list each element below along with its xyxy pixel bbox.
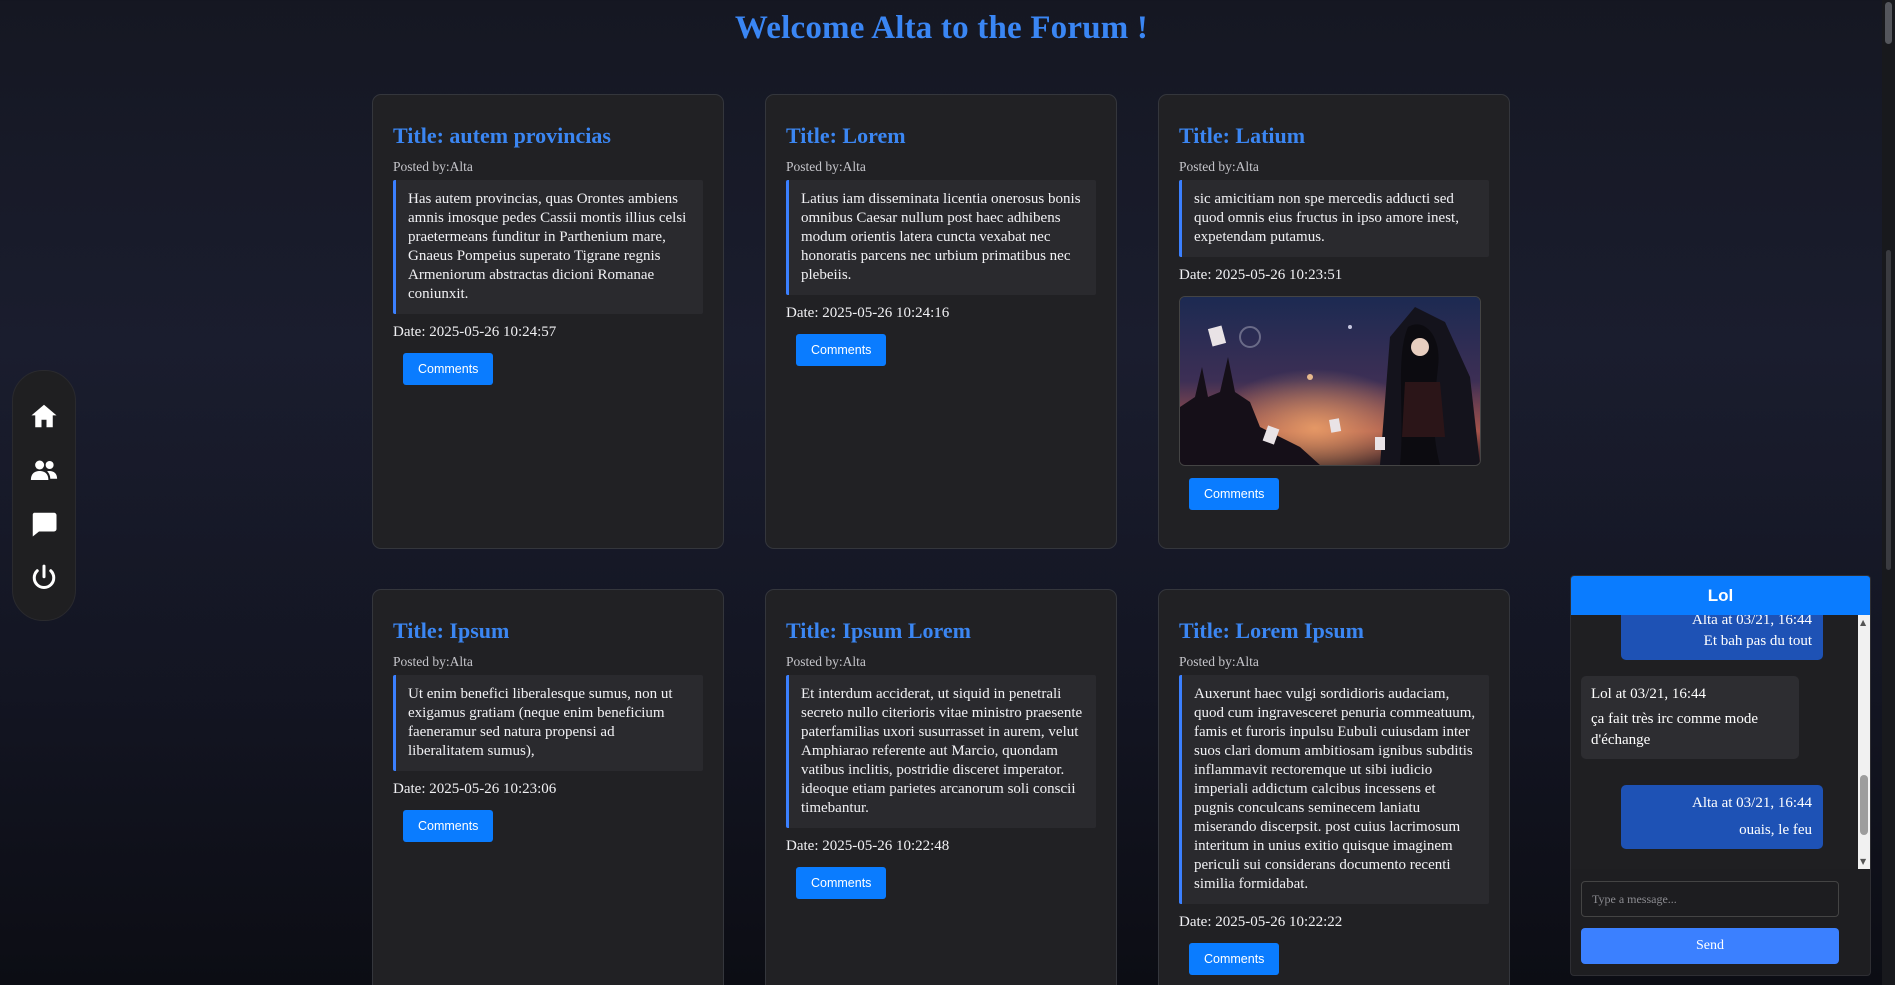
chat-message-meta: Alta at 03/21, 16:44 [1692,795,1812,811]
post-title: Title: Ipsum Lorem [786,618,971,643]
comments-button[interactable]: Comments [1189,943,1280,975]
chat-messages[interactable]: Alta at 03/21, 16:44 Et bah pas du tout … [1571,615,1870,869]
post-title: Title: Latium [1179,123,1306,148]
post-card: Title: Ipsum Lorem Posted by:Alta Et int… [765,589,1117,985]
comments-button[interactable]: Comments [403,810,494,842]
post-title: Title: autem provincias [393,123,611,148]
post-image [1179,296,1481,466]
power-icon[interactable] [29,563,59,593]
post-card: Title: Ipsum Posted by:Alta Ut enim bene… [372,589,724,985]
post-content: Has autem provincias, quas Orontes ambie… [393,180,703,314]
comments-button[interactable]: Comments [1189,478,1280,510]
post-title: Title: Lorem [786,123,906,148]
users-icon[interactable] [29,455,59,485]
scroll-up-icon[interactable]: ▲ [1860,618,1866,627]
post-card: Title: autem provincias Posted by:Alta H… [372,94,724,549]
post-card: Title: Latium Posted by:Alta sic amiciti… [1158,94,1510,549]
home-icon[interactable] [29,401,59,431]
chat-message-input[interactable] [1581,881,1839,917]
post-content: Et interdum acciderat, ut siquid in pene… [786,675,1096,828]
post-card: Title: Lorem Posted by:Alta Latius iam d… [765,94,1117,549]
post-title: Title: Lorem Ipsum [1179,618,1364,643]
chat-message: Lol at 03/21, 16:44 ça fait très irc com… [1581,676,1799,759]
post-author: Posted by:Alta [393,654,473,669]
post-title: Title: Ipsum [393,618,510,643]
post-date: Date: 2025-05-26 10:22:48 [786,838,950,854]
sidebar [12,370,76,621]
chat-widget: Lol Alta at 03/21, 16:44 Et bah pas du t… [1570,575,1871,976]
post-date: Date: 2025-05-26 10:23:06 [393,781,557,797]
post-date: Date: 2025-05-26 10:23:51 [1179,267,1343,283]
chat-message: Alta at 03/21, 16:44 Et bah pas du tout [1621,615,1823,660]
page-scrollbar[interactable] [1882,0,1895,985]
post-author: Posted by:Alta [786,654,866,669]
post-content: Latius iam disseminata licentia onerosus… [786,180,1096,295]
post-author: Posted by:Alta [1179,654,1259,669]
comments-button[interactable]: Comments [796,334,887,366]
chat-message-text: Et bah pas du tout [1703,633,1812,649]
page-scrollbar-thumb[interactable] [1885,2,1892,44]
page-title: Welcome Alta to the Forum ! [734,10,1149,46]
comments-button[interactable]: Comments [796,867,887,899]
comments-button[interactable]: Comments [403,353,494,385]
post-card: Title: Lorem Ipsum Posted by:Alta Auxeru… [1158,589,1510,985]
post-date: Date: 2025-05-26 10:22:22 [1179,914,1343,930]
post-date: Date: 2025-05-26 10:24:16 [786,305,950,321]
post-content: Auxerunt haec vulgi sordidioris audaciam… [1179,675,1489,904]
chat-message-meta: Alta at 03/21, 16:44 [1692,615,1812,628]
post-content: Ut enim benefici liberalesque sumus, non… [393,675,703,771]
send-button[interactable]: Send [1581,928,1839,964]
page-scrollbar-track[interactable] [1886,250,1891,570]
chat-header: Lol [1571,576,1870,615]
post-content: sic amicitiam non spe mercedis adducti s… [1179,180,1489,257]
chat-message-text: ouais, le feu [1739,822,1812,838]
post-author: Posted by:Alta [786,159,866,174]
chat-message-meta: Lol at 03/21, 16:44 [1591,686,1706,702]
chat-message: Alta at 03/21, 16:44 ouais, le feu [1621,785,1823,849]
post-author: Posted by:Alta [393,159,473,174]
scroll-down-icon[interactable]: ▼ [1860,857,1866,866]
post-date: Date: 2025-05-26 10:24:57 [393,324,557,340]
post-author: Posted by:Alta [1179,159,1259,174]
chat-scrollbar-thumb[interactable] [1860,775,1868,835]
chat-message-text: ça fait très irc comme mode d'échange [1591,711,1759,748]
chat-bubble-icon[interactable] [29,509,59,539]
chat-scrollbar[interactable]: ▲ ▼ [1858,615,1870,869]
